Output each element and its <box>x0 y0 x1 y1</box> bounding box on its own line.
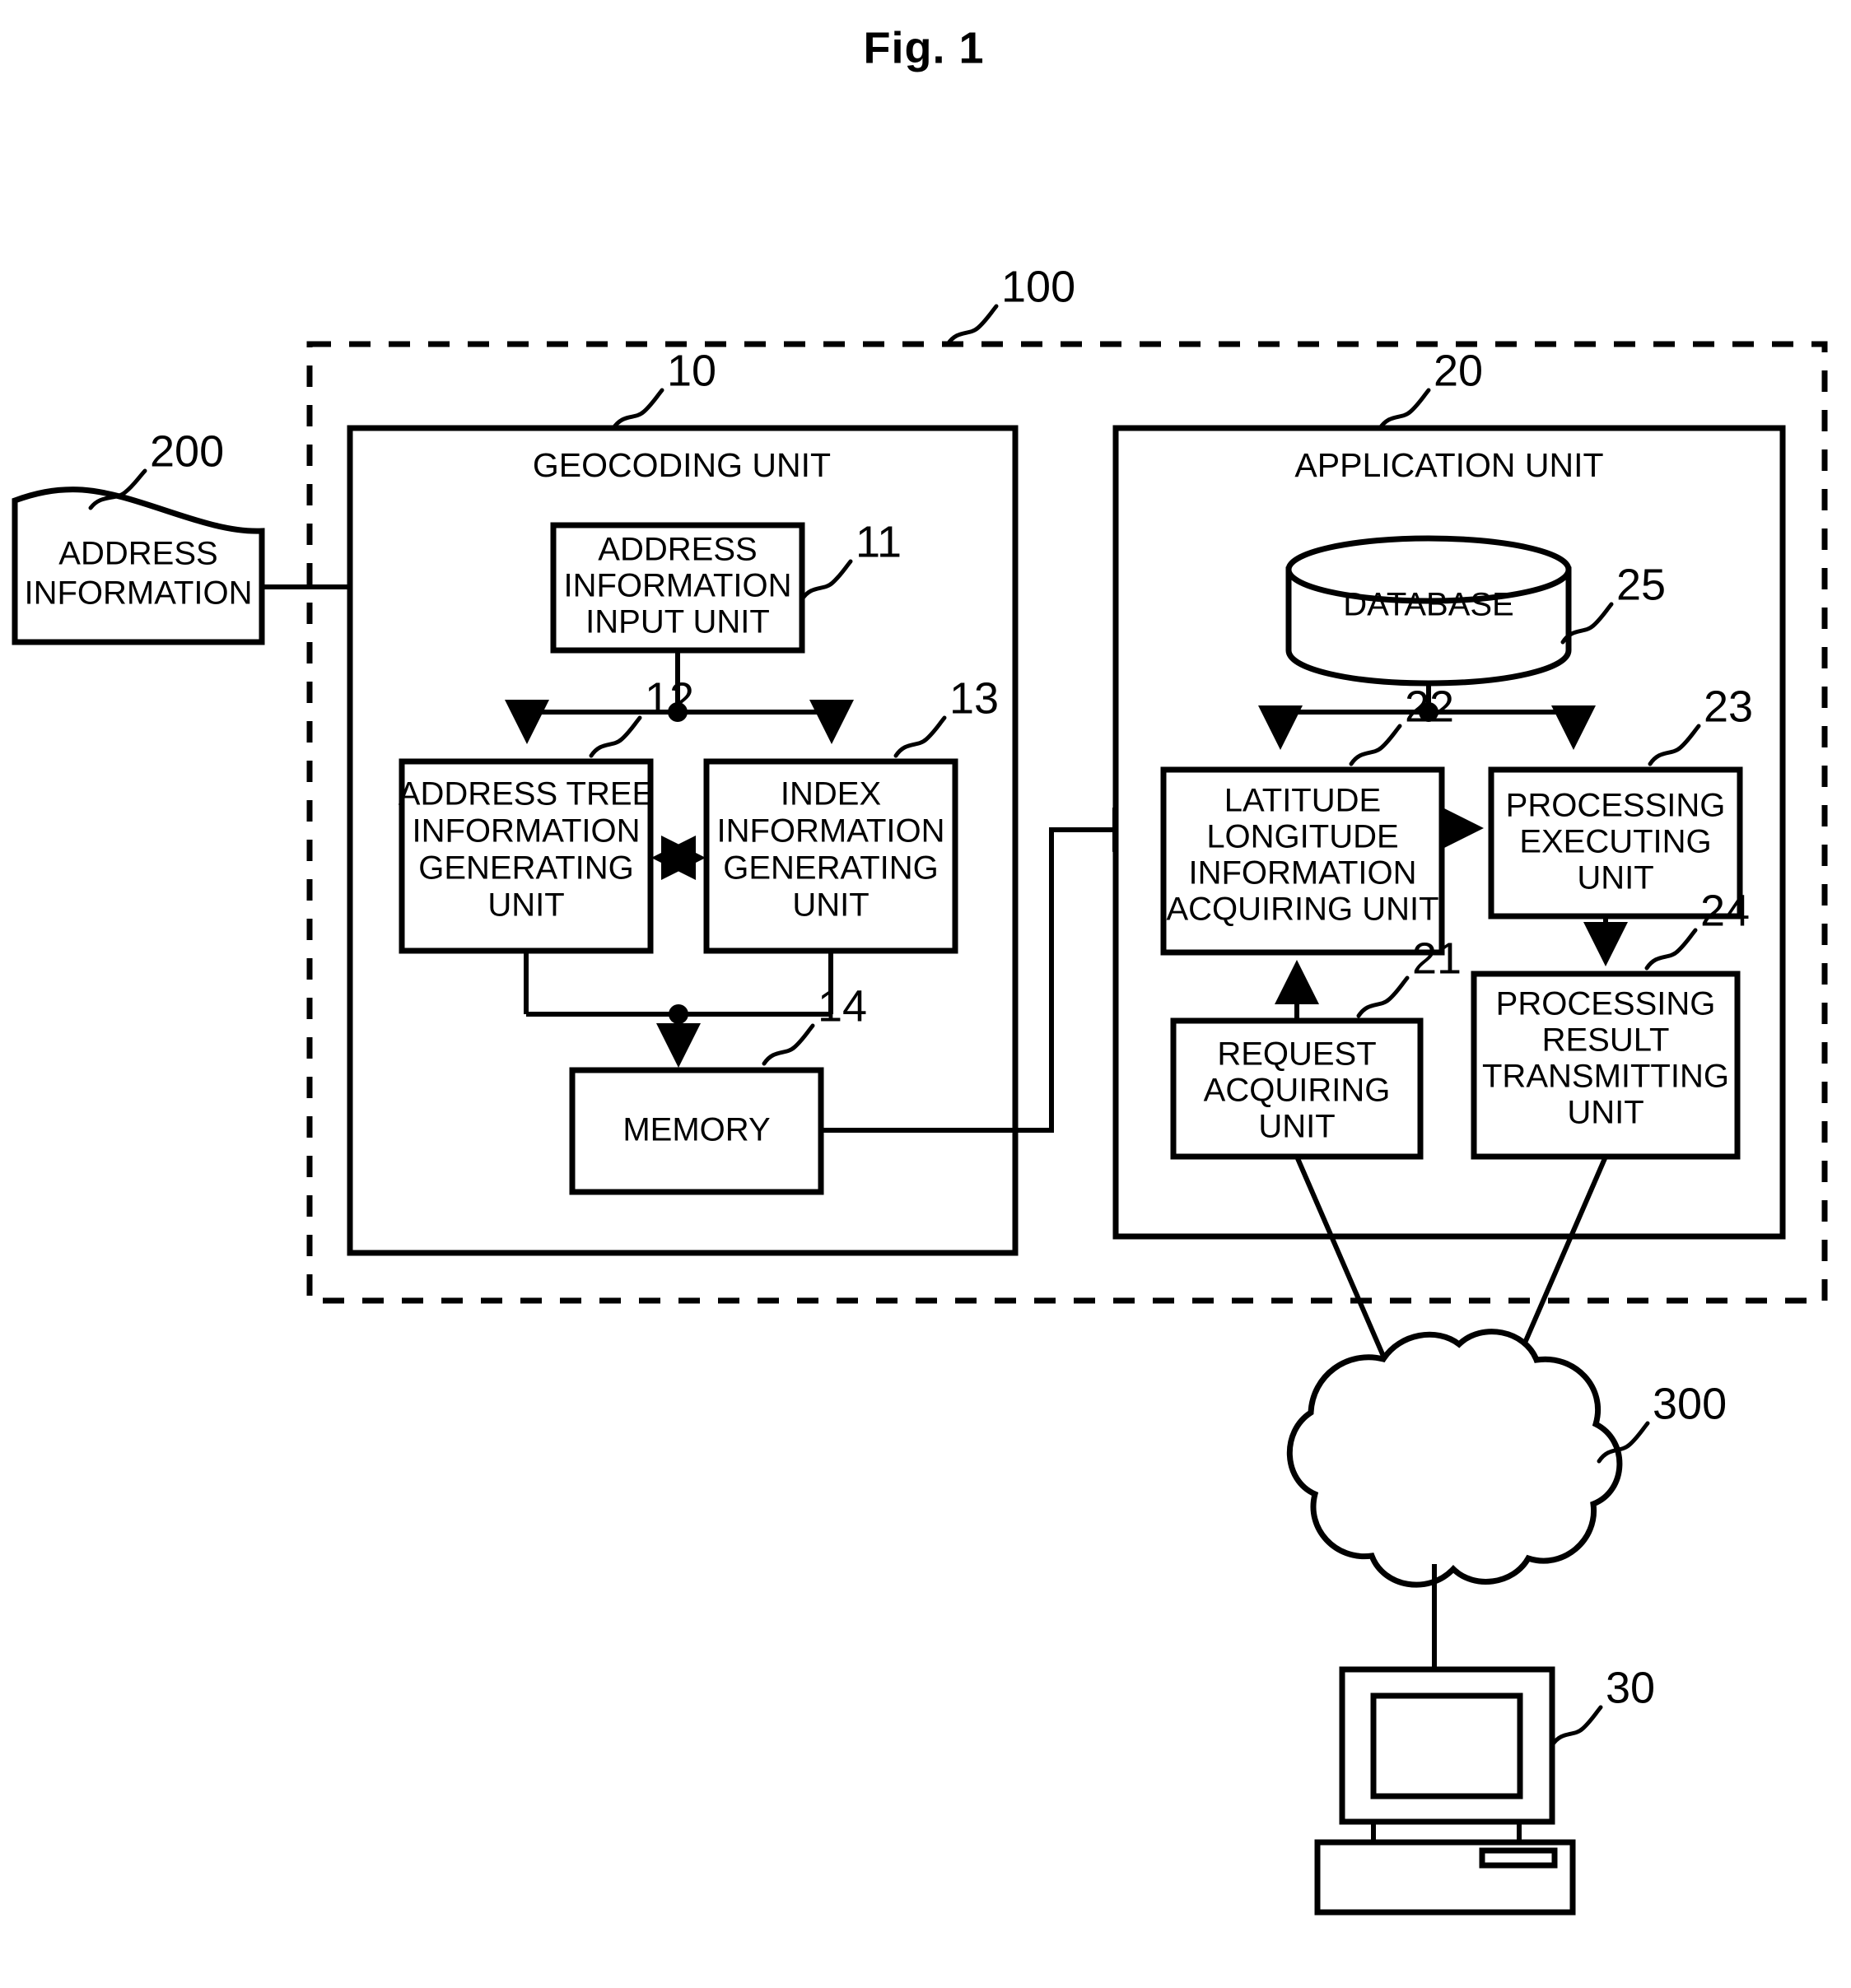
ref-number-22: 22 <box>1405 682 1454 731</box>
figure-title: Fig. 1 <box>863 23 984 72</box>
block-12-line-3: GENERATING <box>418 850 634 887</box>
ref-number-20: 20 <box>1434 346 1483 395</box>
block-24-line-3: TRANSMITTING <box>1482 1059 1729 1095</box>
block-21-line-1: REQUEST <box>1217 1036 1376 1073</box>
ref-number-21: 21 <box>1412 933 1462 983</box>
block-14-line-1: MEMORY <box>622 1112 770 1148</box>
block-21-line-2: ACQUIRING <box>1204 1073 1391 1109</box>
block-12-line-2: INFORMATION <box>412 813 640 850</box>
block-24-line-1: PROCESSING <box>1496 986 1716 1022</box>
ref-number-24: 24 <box>1700 886 1750 935</box>
diagram-canvas: Fig. 1 100 ADDRESS INFORMATION 200 GEOCO… <box>12 23 1828 1916</box>
block-12-line-4: UNIT <box>487 887 564 924</box>
ref-number-30: 30 <box>1606 1663 1655 1712</box>
ref-number-10: 10 <box>667 346 716 395</box>
block-22-line-2: LONGITUDE <box>1206 819 1398 855</box>
terminal-monitor-screen <box>1370 1692 1523 1799</box>
block-23-line-2: EXECUTING <box>1519 824 1711 860</box>
leader-20 <box>1378 388 1431 431</box>
ref-number-100: 100 <box>1001 262 1075 311</box>
application-unit-title: APPLICATION UNIT <box>1294 446 1603 484</box>
ref-number-23: 23 <box>1704 682 1753 731</box>
geocoding-unit-title: GEOCODING UNIT <box>533 446 831 484</box>
block-11-line-1: ADDRESS <box>598 532 757 568</box>
ref-number-14: 14 <box>818 981 867 1031</box>
block-12-line-1: ADDRESS TREE <box>399 776 654 812</box>
block-22-line-1: LATITUDE <box>1224 783 1381 819</box>
block-24-line-4: UNIT <box>1567 1095 1644 1131</box>
terminal-drive-slot <box>1479 1847 1558 1869</box>
block-11-line-3: INPUT UNIT <box>585 604 770 640</box>
leader-100 <box>945 304 999 347</box>
block-13-line-4: UNIT <box>792 887 869 924</box>
block-24-line-2: RESULT <box>1542 1022 1670 1059</box>
patent-figure: Fig. 1 100 ADDRESS INFORMATION 200 GEOCO… <box>0 0 1851 1988</box>
address-information-label-line2: INFORMATION <box>24 575 252 612</box>
ref-number-300: 300 <box>1653 1379 1727 1428</box>
block-22-line-4: ACQUIRING UNIT <box>1166 892 1438 928</box>
block-11-line-2: INFORMATION <box>563 568 791 604</box>
ref-number-200: 200 <box>150 426 224 476</box>
block-23-line-1: PROCESSING <box>1506 788 1726 824</box>
block-22-line-3: INFORMATION <box>1188 855 1416 892</box>
network-cloud-300 <box>1286 1329 1623 1588</box>
block-13-line-2: INFORMATION <box>716 813 944 850</box>
ref-number-11: 11 <box>856 517 902 566</box>
ref-number-25: 25 <box>1616 560 1666 609</box>
leader-10 <box>611 388 664 431</box>
address-information-label-line1: ADDRESS <box>58 536 217 572</box>
block-23-line-3: UNIT <box>1577 860 1653 896</box>
leader-30 <box>1550 1705 1603 1748</box>
block-25-line-1: DATABASE <box>1343 587 1513 623</box>
ref-number-12: 12 <box>645 673 694 723</box>
block-13-line-3: GENERATING <box>723 850 939 887</box>
block-13-line-1: INDEX <box>781 776 881 812</box>
ref-number-13: 13 <box>949 673 999 723</box>
block-21-line-3: UNIT <box>1258 1109 1335 1145</box>
